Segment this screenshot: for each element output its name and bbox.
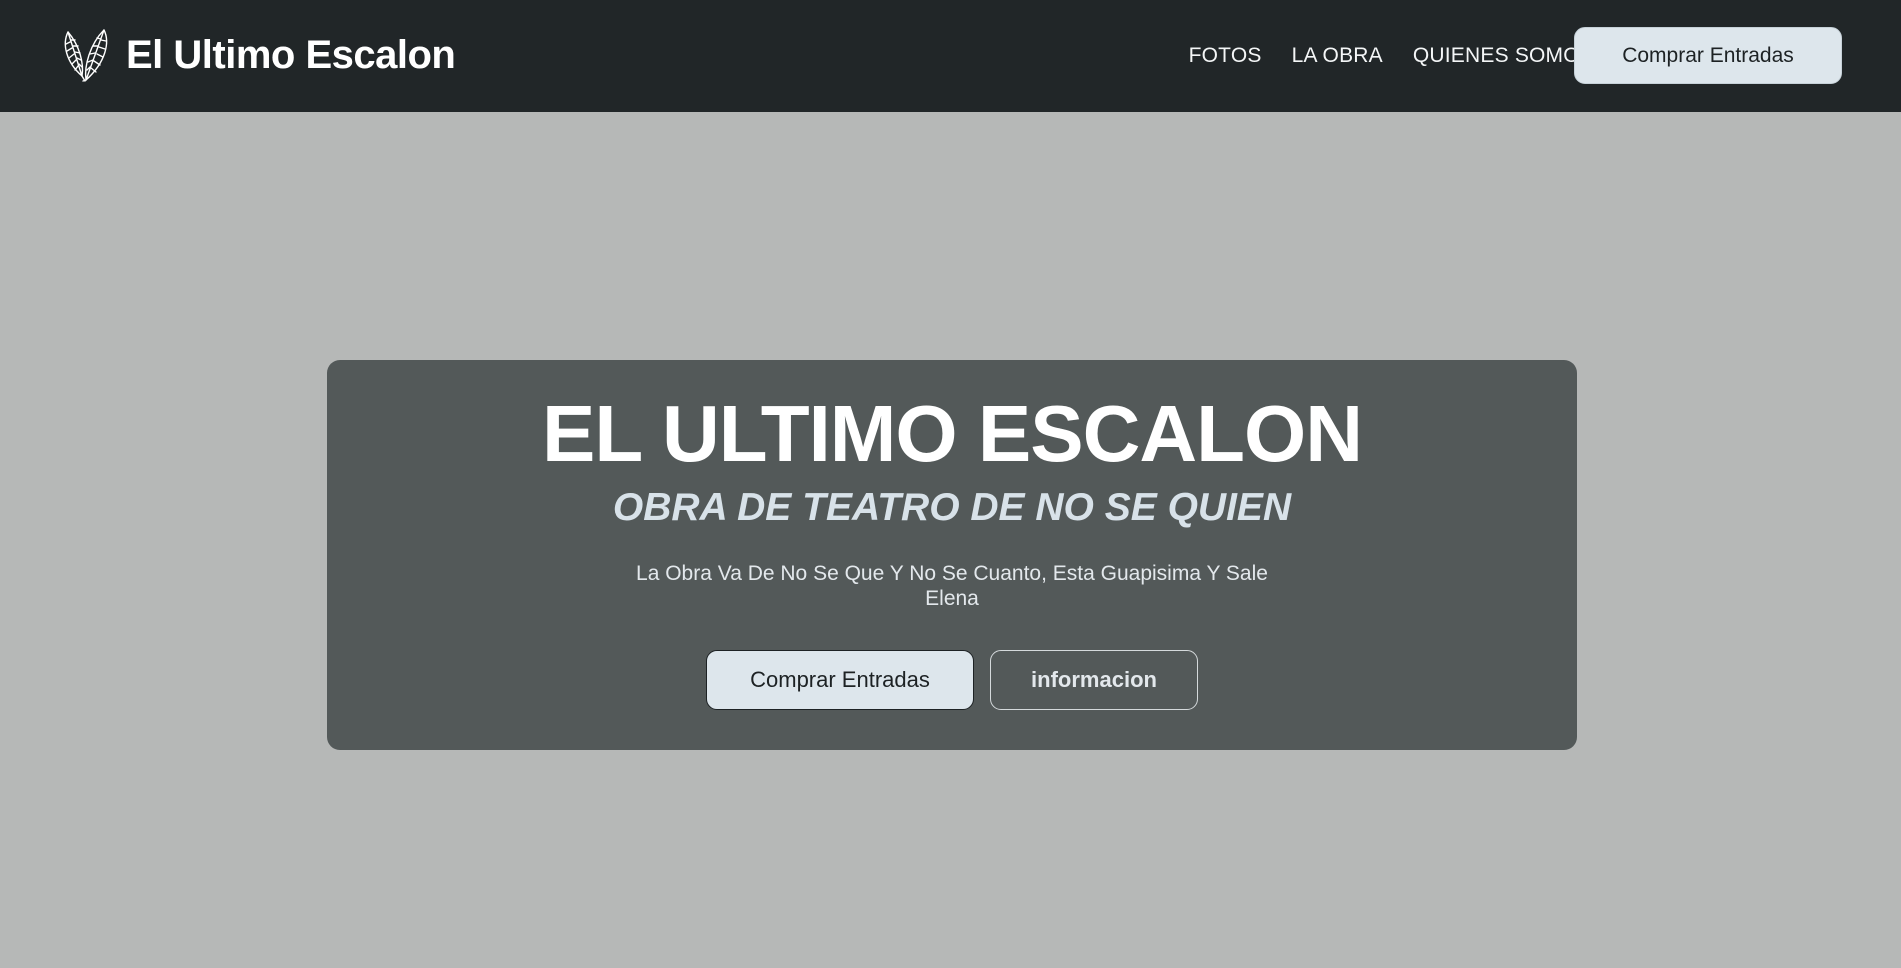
nav-item-quienes-somos[interactable]: QUIENES SOMOS — [1413, 44, 1594, 68]
hero-info-button[interactable]: informacion — [990, 650, 1198, 710]
hero-card: EL ULTIMO ESCALON OBRA DE TEATRO DE NO S… — [327, 360, 1577, 750]
top-navbar: El Ultimo Escalon FOTOS LA OBRA QUIENES … — [0, 0, 1901, 112]
header-buy-tickets-button[interactable]: Comprar Entradas — [1574, 27, 1842, 84]
nav-item-la-obra[interactable]: LA OBRA — [1292, 44, 1383, 68]
main-nav: FOTOS LA OBRA QUIENES SOMOS — [1189, 0, 1594, 112]
brand-link[interactable]: El Ultimo Escalon — [60, 28, 456, 82]
feathers-icon — [64, 29, 108, 82]
hero-title: EL ULTIMO ESCALON — [541, 389, 1363, 478]
hero-buy-tickets-button[interactable]: Comprar Entradas — [706, 650, 974, 710]
nav-item-fotos[interactable]: FOTOS — [1189, 44, 1262, 68]
hero-subtitle: OBRA DE TEATRO DE NO SE QUIEN — [612, 486, 1292, 529]
hero-description: La Obra Va De No Se Que Y No Se Cuanto, … — [636, 562, 1268, 610]
brand-title: El Ultimo Escalon — [126, 32, 456, 77]
